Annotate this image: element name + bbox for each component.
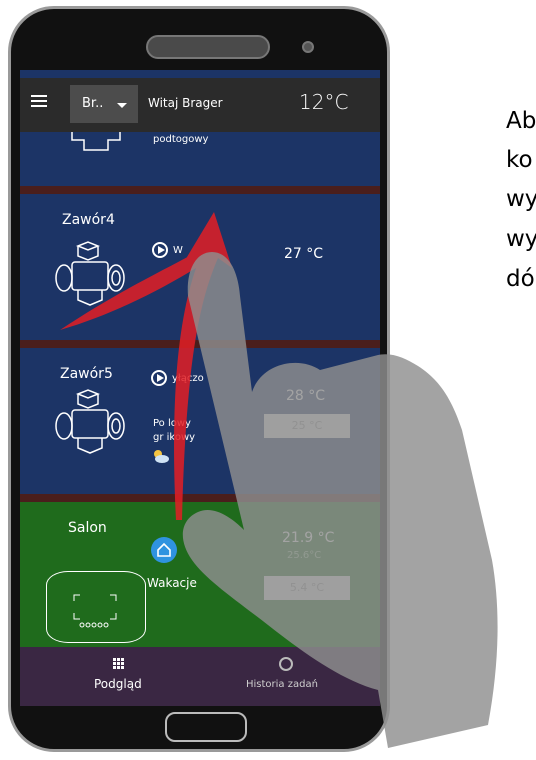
card-separator	[20, 340, 380, 348]
instruction-line: wy	[506, 186, 536, 212]
card-temperature: 28 °C	[286, 388, 326, 404]
front-camera	[302, 41, 314, 53]
nav-tab-historia[interactable]: Historia zadań	[246, 679, 318, 690]
home-button[interactable]	[165, 712, 247, 742]
instruction-line: wy	[506, 226, 536, 252]
mode-line1: Po lowy	[153, 418, 191, 429]
card-zawor5[interactable]: Zawór5 yłączo Po lowy gr ikowy 28 °C 25 …	[20, 348, 380, 494]
speaker-grille	[146, 35, 270, 59]
valve-icon	[55, 389, 125, 454]
instruction-line: Ab	[506, 108, 536, 134]
instruction-line: dó	[506, 266, 535, 292]
installation-dropdown[interactable]: Br..	[70, 85, 138, 123]
card-zawor4[interactable]: Zawór4 W 27 °C	[20, 194, 380, 340]
card-status: yłączo	[172, 373, 204, 384]
valve-icon	[55, 241, 125, 306]
card-temperature: 27 °C	[284, 246, 324, 262]
phone-screen: podtogowy Zawór4 W 27 °C Zawór5 yłączo P…	[20, 70, 380, 706]
hamburger-menu-icon[interactable]	[31, 95, 47, 107]
card-separator	[20, 186, 380, 194]
setpoint-box[interactable]: 25 °C	[264, 414, 350, 438]
card-subtitle: podtogowy	[153, 134, 209, 145]
instruction-line: ko	[506, 147, 533, 173]
card-title: Salon	[68, 520, 107, 536]
play-icon	[151, 370, 167, 386]
grid-icon	[113, 658, 125, 670]
outdoor-temperature: 12°C	[299, 90, 349, 114]
home-mode-icon[interactable]	[151, 537, 177, 563]
card-separator	[20, 494, 380, 502]
card-title: Zawór4	[62, 212, 115, 228]
card-title: Zawór5	[60, 366, 113, 382]
play-icon	[152, 242, 168, 258]
bottom-navigation: Podgląd Historia zadań	[20, 647, 380, 706]
nav-tab-podglad[interactable]: Podgląd	[94, 677, 142, 691]
mode-label: Wakacje	[147, 576, 197, 590]
dropdown-label: Br..	[82, 96, 104, 111]
mode-line2: gr ikowy	[153, 432, 196, 443]
temp-secondary: 25.6°C	[287, 550, 322, 561]
app-bar: Br.. Witaj Brager 12°C	[20, 78, 380, 132]
weather-icon	[154, 450, 169, 463]
setpoint-box[interactable]: 5.4 °C	[264, 576, 350, 600]
card-status: W	[173, 245, 183, 256]
greeting-text: Witaj Brager	[148, 96, 223, 110]
clock-icon	[279, 657, 293, 671]
caret-down-icon	[117, 103, 127, 108]
card-temperature: 21.9 °C	[282, 530, 335, 546]
thermostat-icon	[46, 571, 146, 643]
